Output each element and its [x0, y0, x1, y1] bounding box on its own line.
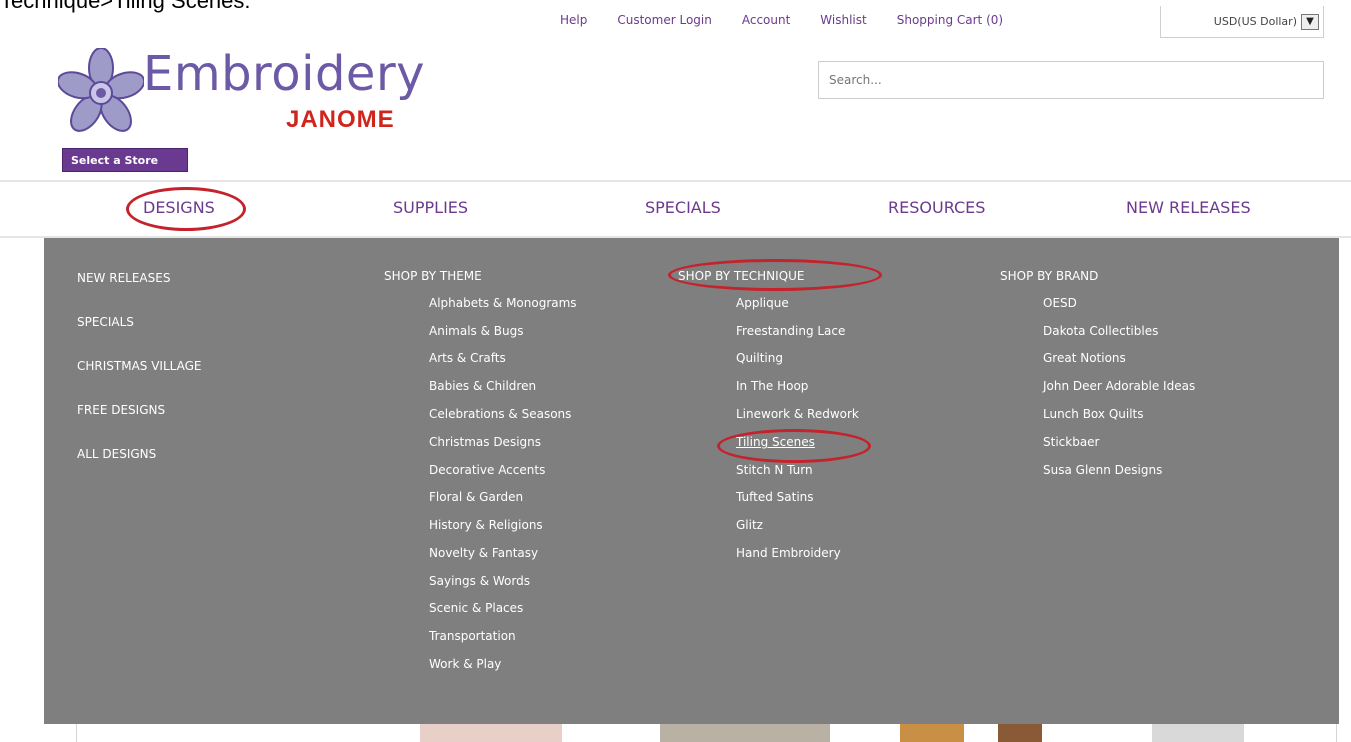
help-link[interactable]: Help	[560, 13, 587, 27]
technique-item[interactable]: Tufted Satins	[736, 490, 814, 504]
theme-item[interactable]: Arts & Crafts	[429, 351, 506, 365]
menu-new-releases[interactable]: NEW RELEASES	[77, 271, 170, 285]
brand-item[interactable]: Susa Glenn Designs	[1043, 463, 1162, 477]
theme-item[interactable]: Transportation	[429, 629, 516, 643]
menu-free-designs[interactable]: FREE DESIGNS	[77, 403, 165, 417]
menu-christmas-village[interactable]: CHRISTMAS VILLAGE	[77, 359, 202, 373]
theme-item[interactable]: Celebrations & Seasons	[429, 407, 571, 421]
divider	[1336, 724, 1337, 742]
shopping-cart-link[interactable]: Shopping Cart (0)	[897, 13, 1003, 27]
technique-item[interactable]: Freestanding Lace	[736, 324, 845, 338]
chevron-down-icon[interactable]: ▼	[1301, 13, 1319, 30]
flower-logo-icon	[58, 48, 144, 132]
product-thumbnail[interactable]	[660, 724, 830, 742]
theme-item[interactable]: Christmas Designs	[429, 435, 541, 449]
divider	[76, 724, 77, 742]
caption-text: Technique>Tiling Scenes:	[0, 0, 251, 13]
product-thumbnail[interactable]	[900, 724, 964, 742]
nav-new-releases[interactable]: NEW RELEASES	[1126, 198, 1251, 217]
designs-mega-menu: NEW RELEASES SPECIALS CHRISTMAS VILLAGE …	[44, 238, 1339, 724]
currency-select[interactable]: USD(US Dollar) ▼	[1160, 6, 1324, 38]
currency-value: USD(US Dollar)	[1213, 15, 1297, 28]
product-thumbnail[interactable]	[1152, 724, 1244, 742]
theme-item[interactable]: Novelty & Fantasy	[429, 546, 538, 560]
theme-item[interactable]: Animals & Bugs	[429, 324, 523, 338]
technique-item[interactable]: Glitz	[736, 518, 763, 532]
highlight-ring-tiling-scenes	[717, 429, 871, 463]
shop-by-theme-heading[interactable]: SHOP BY THEME	[384, 269, 482, 283]
search-box[interactable]	[818, 61, 1324, 99]
nav-specials[interactable]: SPECIALS	[645, 198, 721, 217]
account-link[interactable]: Account	[742, 13, 790, 27]
brand-item[interactable]: John Deer Adorable Ideas	[1043, 379, 1195, 393]
theme-item[interactable]: Alphabets & Monograms	[429, 296, 577, 310]
technique-item[interactable]: Applique	[736, 296, 789, 310]
product-thumbnail[interactable]	[420, 724, 562, 742]
brand-item[interactable]: Lunch Box Quilts	[1043, 407, 1144, 421]
highlight-ring-designs	[126, 187, 246, 231]
theme-item[interactable]: Floral & Garden	[429, 490, 523, 504]
technique-item[interactable]: Linework & Redwork	[736, 407, 859, 421]
theme-item[interactable]: Babies & Children	[429, 379, 536, 393]
highlight-ring-technique	[668, 259, 882, 291]
technique-item[interactable]: Stitch N Turn	[736, 463, 813, 477]
shop-by-brand-heading[interactable]: SHOP BY BRAND	[1000, 269, 1098, 283]
theme-item[interactable]: Work & Play	[429, 657, 501, 671]
logo-brand: JANOME	[286, 106, 395, 133]
brand-item[interactable]: Stickbaer	[1043, 435, 1100, 449]
brand-item[interactable]: OESD	[1043, 296, 1077, 310]
wishlist-link[interactable]: Wishlist	[820, 13, 866, 27]
select-store-button[interactable]: Select a Store	[62, 148, 188, 172]
theme-item[interactable]: Sayings & Words	[429, 574, 530, 588]
theme-item[interactable]: History & Religions	[429, 518, 543, 532]
nav-supplies[interactable]: SUPPLIES	[393, 198, 468, 217]
customer-login-link[interactable]: Customer Login	[617, 13, 711, 27]
menu-specials[interactable]: SPECIALS	[77, 315, 134, 329]
menu-all-designs[interactable]: ALL DESIGNS	[77, 447, 156, 461]
logo-wordmark: Embroidery	[143, 46, 426, 102]
technique-item[interactable]: Hand Embroidery	[736, 546, 841, 560]
technique-item[interactable]: In The Hoop	[736, 379, 808, 393]
technique-item[interactable]: Quilting	[736, 351, 783, 365]
brand-item[interactable]: Dakota Collectibles	[1043, 324, 1158, 338]
product-thumbnail[interactable]	[998, 724, 1042, 742]
search-input[interactable]	[819, 62, 1323, 98]
top-links: Help Customer Login Account Wishlist Sho…	[560, 8, 1033, 32]
nav-resources[interactable]: RESOURCES	[888, 198, 985, 217]
product-thumbnail-strip	[76, 724, 1338, 742]
brand-item[interactable]: Great Notions	[1043, 351, 1126, 365]
theme-item[interactable]: Decorative Accents	[429, 463, 545, 477]
theme-item[interactable]: Scenic & Places	[429, 601, 523, 615]
